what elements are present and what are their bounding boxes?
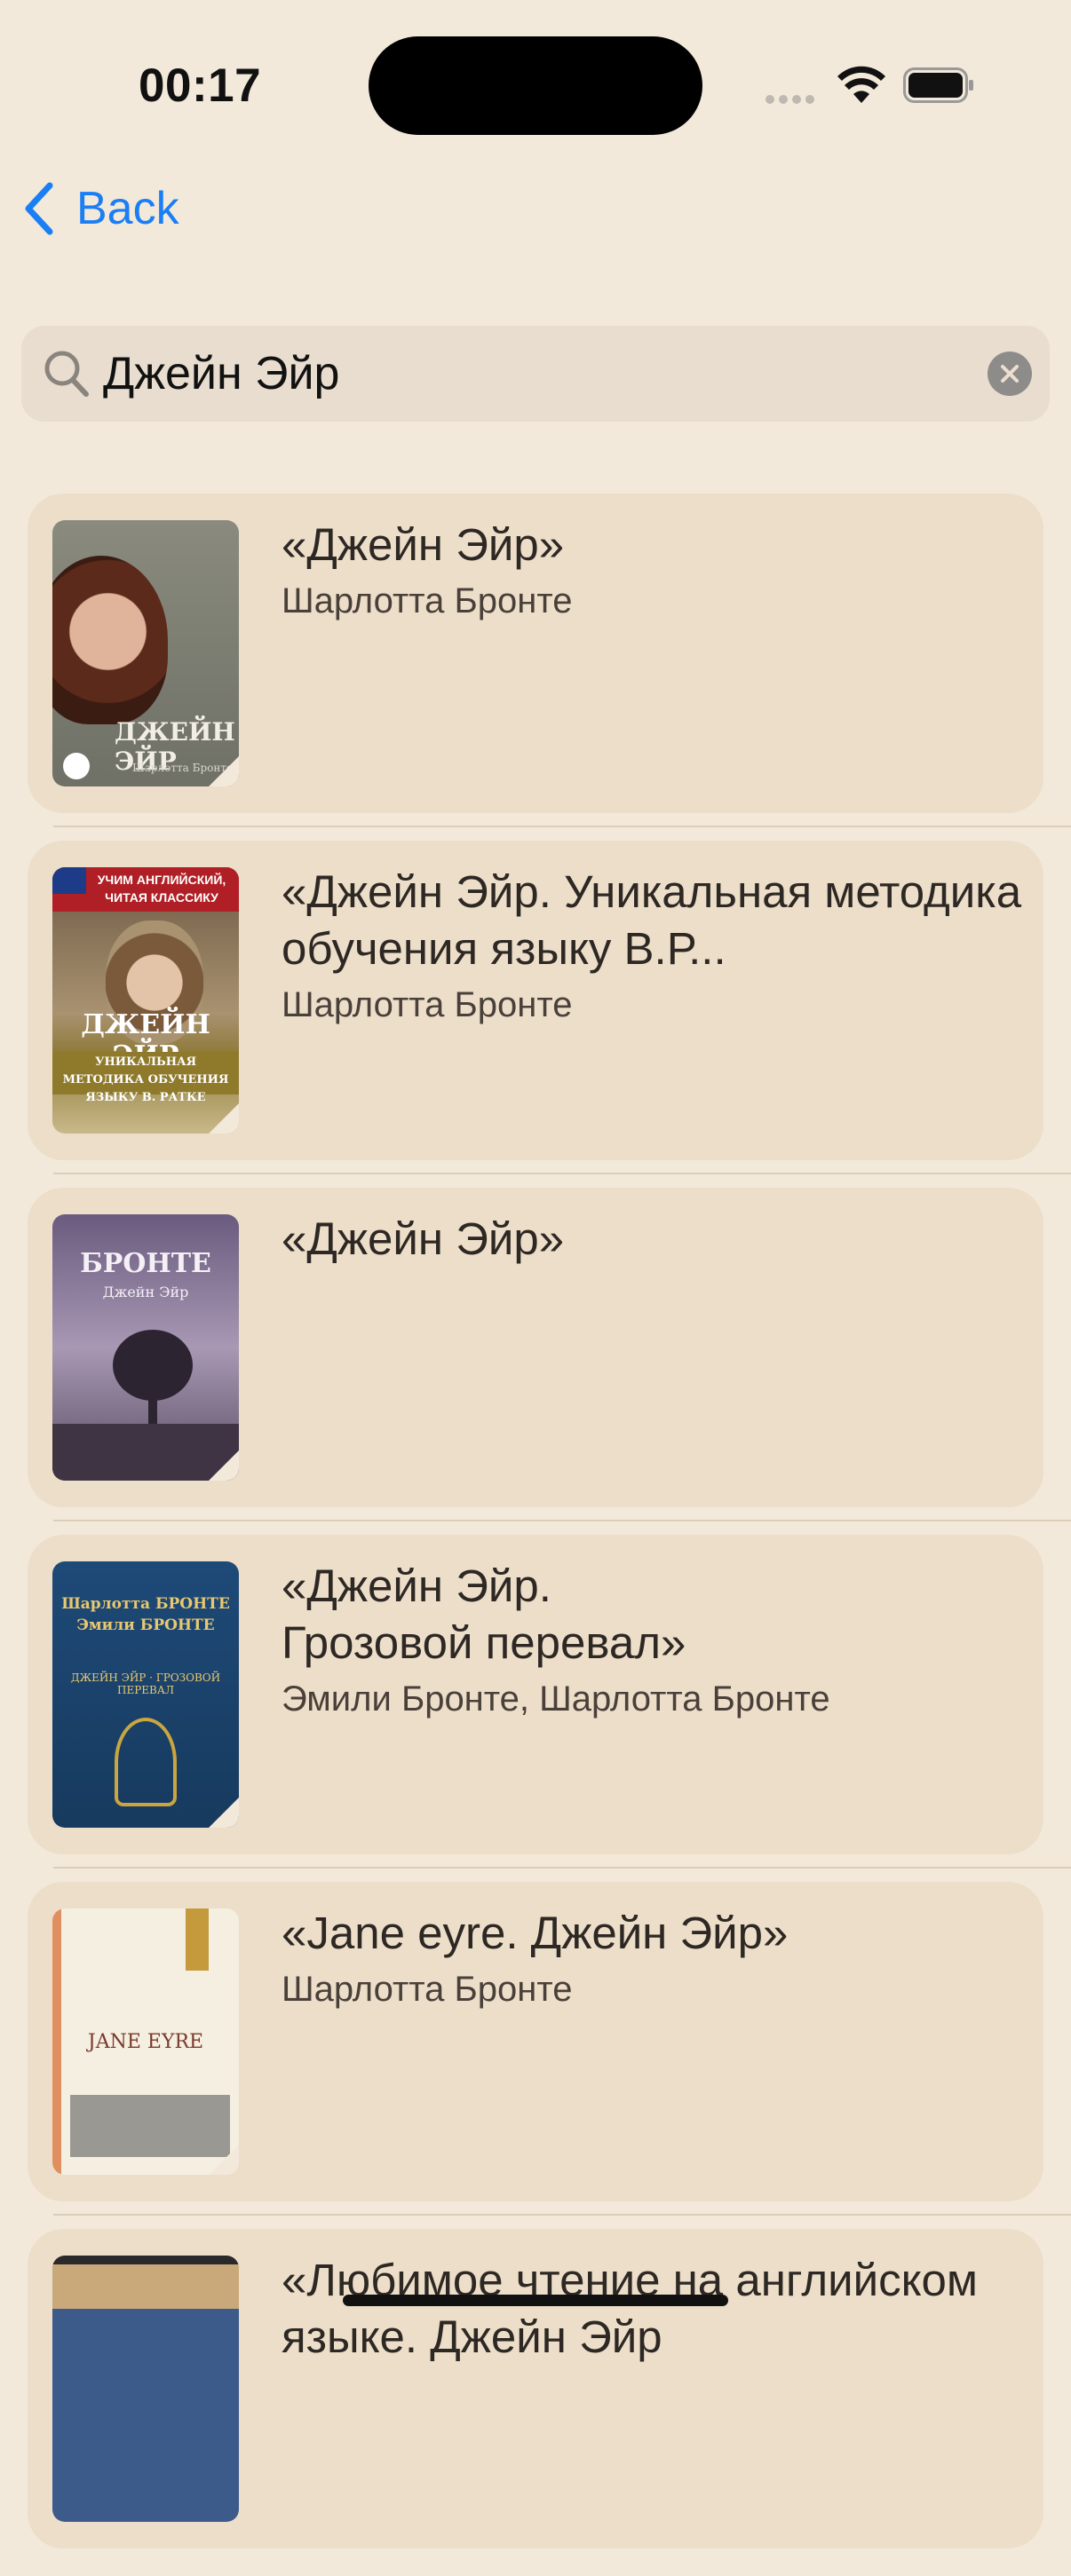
portrait-image: [52, 556, 168, 724]
book-cover: Шарлотта БРОНТЕ Эмили БРОНТЕ ДЖЕЙН ЭЙР ·…: [52, 1561, 239, 1828]
page-curl: [209, 1103, 239, 1134]
publisher-logo: [63, 753, 90, 779]
book-cover: УЧИМ АНГЛИЙСКИЙ, ЧИТАЯ КЛАССИКУ ДЖЕЙН ЭЙ…: [52, 867, 239, 1134]
book-cover: JANE EYRE: [52, 1908, 239, 2175]
book-author: Шарлотта Бронте: [282, 985, 573, 1024]
wifi-icon: [837, 66, 885, 103]
search-results-list: ДЖЕЙН ЭЙР Шарлотта Бронте «Джейн Эйр» Ша…: [0, 494, 1071, 2576]
book-card[interactable]: JANE EYRE «Jane eyre. Джейн Эйр» Шарлотт…: [28, 1882, 1043, 2201]
list-item: БРОНТЕ Джейн Эйр «Джейн Эйр»: [0, 1188, 1071, 1535]
uk-flag-icon: [52, 867, 86, 894]
book-card[interactable]: УЧИМ АНГЛИЙСКИЙ, ЧИТАЯ КЛАССИКУ ДЖЕЙН ЭЙ…: [28, 841, 1043, 1160]
book-title: «Джейн Эйр»: [282, 1213, 565, 1264]
tree-trunk: [148, 1392, 157, 1427]
cover-subtitle: УНИКАЛЬНАЯ МЕТОДИКА ОБУЧЕНИЯ ЯЗЫКУ В. РА…: [52, 1052, 239, 1104]
book-cover: БРОНТЕ Джейн Эйр: [52, 1214, 239, 1481]
cellular-signal-icon: [766, 92, 819, 108]
book-title: «Любимое чтение на английском языке. Дже…: [282, 2255, 978, 2362]
close-icon: [1001, 365, 1019, 383]
home-indicator: [343, 2295, 728, 2306]
page-curl: [209, 1798, 239, 1828]
book-cover: ДЖЕЙН ЭЙР Шарлотта Бронте: [52, 520, 239, 786]
cover-title: Шарлотта БРОНТЕ Эмили БРОНТЕ: [61, 1595, 230, 1634]
page-curl: [209, 1450, 239, 1481]
list-item: УЧИМ АНГЛИЙСКИЙ, ЧИТАЯ КЛАССИКУ ДЖЕЙН ЭЙ…: [0, 841, 1071, 1188]
separator: [53, 1520, 1071, 1521]
separator: [53, 1867, 1071, 1869]
book-title: «Джейн Эйр. Грозовой перевал»: [282, 1561, 686, 1668]
cover-subtitle: Джейн Эйр: [102, 1284, 189, 1300]
book-title: «Джейн Эйр»: [282, 519, 565, 570]
list-item: Шарлотта БРОНТЕ Эмили БРОНТЕ ДЖЕЙН ЭЙР ·…: [0, 1535, 1071, 1882]
tag-image: [186, 1908, 209, 1971]
dynamic-island: [369, 36, 702, 135]
battery-icon: [903, 67, 973, 103]
page-curl: [209, 2145, 239, 2175]
back-button[interactable]: Back: [21, 178, 179, 240]
chevron-left-icon: [25, 182, 53, 235]
list-item: «Любимое чтение на английском языке. Дже…: [0, 2229, 1071, 2576]
page-curl: [209, 756, 239, 786]
book-card[interactable]: Шарлотта БРОНТЕ Эмили БРОНТЕ ДЖЕЙН ЭЙР ·…: [28, 1535, 1043, 1854]
book-author: Шарлотта Бронте: [282, 581, 573, 620]
cover-subtitle: ДЖЕЙН ЭЙР · ГРОЗОВОЙ ПЕРЕВАЛ: [70, 1671, 221, 1696]
separator: [53, 2214, 1071, 2216]
list-item: ДЖЕЙН ЭЙР Шарлотта Бронте «Джейн Эйр» Ша…: [0, 494, 1071, 841]
book-author: Шарлотта Бронте: [282, 1970, 573, 2009]
tree-image: [113, 1330, 193, 1401]
book-card[interactable]: ДЖЕЙН ЭЙР Шарлотта Бронте «Джейн Эйр» Ша…: [28, 494, 1043, 813]
book-card[interactable]: БРОНТЕ Джейн Эйр «Джейн Эйр»: [28, 1188, 1043, 1507]
book-author: Эмили Бронте, Шарлотта Бронте: [282, 1679, 830, 1719]
cover-title: БРОНТЕ: [80, 1248, 211, 1279]
cover-title: JANE EYRE: [87, 2031, 204, 2053]
status-time: 00:17: [139, 59, 262, 112]
separator: [53, 1173, 1071, 1174]
ornament-image: [115, 1718, 177, 1806]
search-input[interactable]: Джейн Эйр: [103, 347, 339, 400]
list-item: JANE EYRE «Jane eyre. Джейн Эйр» Шарлотт…: [0, 1882, 1071, 2229]
search-field[interactable]: Джейн Эйр: [21, 326, 1050, 422]
separator: [53, 826, 1071, 827]
book-title: «Джейн Эйр. Уникальная методика обучения…: [282, 866, 1022, 974]
book-title: «Jane eyre. Джейн Эйр»: [282, 1908, 789, 1958]
book-cover: [52, 2256, 239, 2522]
search-icon: [44, 351, 89, 397]
clear-search-button[interactable]: [988, 352, 1032, 396]
back-label: Back: [76, 183, 179, 234]
sketch-image: [70, 2095, 230, 2157]
status-bar: 00:17: [0, 0, 1071, 169]
book-card[interactable]: «Любимое чтение на английском языке. Дже…: [28, 2229, 1043, 2548]
